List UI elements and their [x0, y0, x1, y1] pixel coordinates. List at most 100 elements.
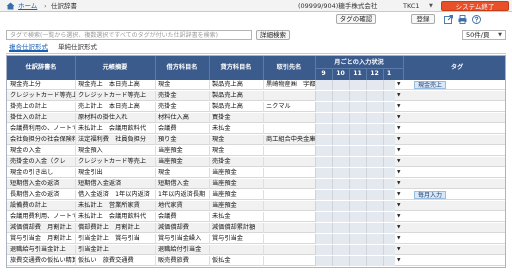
month-status-cell	[383, 80, 395, 90]
home-icon[interactable]	[6, 2, 15, 10]
table-row[interactable]: 現金売上分 現金売上 本日売上高 現金 製品売上高 黒崎物産㈱ 宇都宮 ▼ 現金売上	[7, 80, 505, 90]
month-status-cell	[366, 201, 383, 211]
chevron-down-icon[interactable]: ▼	[397, 256, 400, 266]
cell-summary: 法定福利費 社員負担分	[78, 136, 147, 143]
chevron-down-icon[interactable]: ▼	[397, 157, 400, 167]
chevron-down-icon[interactable]: ▼	[397, 146, 400, 156]
cell-credit: 当座預金	[212, 169, 237, 176]
month-status-cell	[383, 124, 395, 134]
breadcrumb-home-link[interactable]: ホーム	[18, 2, 37, 10]
chevron-down-icon[interactable]: ▼	[397, 91, 400, 101]
month-status-cell	[332, 168, 349, 178]
tab-simple-journal[interactable]: 単純仕訳形式	[58, 43, 97, 52]
header-summary[interactable]: 元帳摘要	[75, 56, 155, 80]
chevron-down-icon[interactable]: ▼	[397, 245, 400, 255]
detail-search-button[interactable]: 詳細検索	[256, 30, 290, 40]
cell-debit: 賞与引当金繰入	[158, 235, 202, 242]
tab-compound-journal[interactable]: 複合仕訳形式	[9, 43, 48, 52]
table-row[interactable]: 短期借入金の返済 短期借入金返済 短期借入金 当座預金 ▼	[7, 179, 505, 189]
header-credit[interactable]: 貸方科目名	[209, 56, 263, 80]
header-month-1: 1	[386, 70, 392, 77]
table-row[interactable]: 減価償却費 月割計上 償却費計上 月割計上 減価償却費 減価償却累計額 ▼	[7, 223, 505, 233]
table-row[interactable]: 会議費利用の、ノートで 未払計上 会議用飲料代 会議費 未払金 ▼	[7, 124, 505, 134]
cell-name: 現金売上分	[10, 81, 41, 88]
company-selector[interactable]: TKC1	[403, 2, 420, 10]
chevron-down-icon[interactable]: ▼	[397, 124, 400, 134]
chevron-down-icon[interactable]: ▼	[397, 135, 400, 145]
month-status-cell	[315, 91, 332, 101]
cell-summary: 現金引出	[78, 169, 103, 176]
top-bar: ホーム › 仕訳辞書 (09999/904)糖手株式会社 TKC1 ▼ システム…	[0, 0, 512, 12]
month-status-cell	[366, 223, 383, 233]
tag-search-input[interactable]	[6, 30, 252, 40]
cell-summary: 引当金計上 賞与引当	[78, 235, 140, 242]
chevron-down-icon[interactable]: ▼	[397, 80, 400, 90]
month-status-cell	[349, 245, 366, 255]
header-divider	[349, 68, 350, 80]
month-status-cell	[349, 256, 366, 266]
chevron-down-icon[interactable]: ▼	[397, 168, 400, 178]
table-row[interactable]: 掛売上の計上 売上計上 本日売上高 売掛金 製品売上高 ニクマル ▼	[7, 102, 505, 112]
chevron-down-icon[interactable]: ▼	[397, 223, 400, 233]
chevron-down-icon[interactable]: ▼	[397, 201, 400, 211]
chevron-down-icon[interactable]: ▼	[397, 102, 400, 112]
header-name[interactable]: 仕訳辞書名	[7, 56, 75, 80]
tag-chip[interactable]: 毎月入力	[414, 191, 447, 199]
tag-chip[interactable]: 現金売上	[414, 81, 447, 89]
table-row[interactable]: 旅費交通費の仮払い精算 仮払い 旅費交通費 販売費旅費 仮払金 ▼	[7, 256, 505, 266]
table-row[interactable]: 現金の入金 現金預入 当座預金 現金 ▼	[7, 146, 505, 156]
cell-name: 旅費交通費の仮払い精算	[10, 257, 75, 264]
chevron-down-icon[interactable]: ▼	[397, 179, 400, 189]
header-debit[interactable]: 借方科目名	[155, 56, 209, 80]
system-exit-button[interactable]: システム終了	[441, 1, 509, 11]
table-row[interactable]: 退職給与引当金計上 引当金計上 退職給付引当金 ▼	[7, 245, 505, 255]
chevron-down-icon[interactable]: ▼	[429, 2, 433, 10]
cell-debit: 材料仕入高	[158, 114, 189, 121]
table-row[interactable]: 設備費の計上 未払計上 営業所家賃 地代家賃 当座預金 ▼	[7, 201, 505, 211]
chevron-down-icon[interactable]: ▼	[397, 234, 400, 244]
tag-confirm-button[interactable]: タグの確認	[336, 14, 376, 24]
cell-debit: 地代家賃	[158, 202, 183, 209]
help-icon[interactable]	[472, 14, 481, 24]
cell-credit: 仮払金	[212, 257, 231, 264]
cell-credit: 未払金	[212, 125, 231, 132]
cell-summary: 未払計上 会議用飲料代	[78, 125, 147, 132]
cell-partner: 商工組合中央金庫	[266, 136, 315, 143]
table-row[interactable]: 長期借入金の返済 借入金返済 1年以内返済 1年以内返済長期 当座預金 ▼ 毎月入力	[7, 190, 505, 200]
export-icon[interactable]	[444, 14, 453, 24]
table-row[interactable]: 現金の引き出し 現金引出 現金 当座預金 ▼	[7, 168, 505, 178]
register-button[interactable]: 登録	[411, 14, 435, 24]
table-row[interactable]: 賞与引当金 月割計上 引当金計上 賞与引当 賞与引当金繰入 賞与引当金 ▼	[7, 234, 505, 244]
header-tag[interactable]: タグ	[407, 56, 505, 80]
month-status-cell	[332, 234, 349, 244]
table-row[interactable]: 掛仕入の計上 原材料の掛仕入れ 材料仕入高 買掛金 ▼	[7, 113, 505, 123]
cell-credit: 当座預金	[212, 180, 237, 187]
month-status-cell	[315, 190, 332, 200]
month-status-cell	[332, 113, 349, 123]
breadcrumb-separator: ›	[44, 2, 47, 10]
header-partner[interactable]: 取引先名	[263, 56, 315, 80]
chevron-down-icon[interactable]: ▼	[397, 113, 400, 123]
header-month-12: 12	[370, 70, 379, 77]
header-divider	[366, 68, 367, 80]
print-icon[interactable]	[458, 14, 467, 24]
cell-partner	[263, 234, 315, 244]
per-page-select[interactable]: 50件/頁 ▼	[462, 30, 506, 40]
month-status-cell	[366, 212, 383, 222]
cell-partner	[263, 190, 315, 200]
table-row[interactable]: クレジットカード等売上 クレジットカード等売上 売掛金 製品売上高 ▼	[7, 91, 505, 101]
chevron-down-icon[interactable]: ▼	[397, 212, 400, 222]
cell-name: 退職給与引当金計上	[10, 246, 66, 253]
header-month-11: 11	[353, 70, 362, 77]
month-status-cell	[366, 91, 383, 101]
month-status-cell	[315, 157, 332, 167]
month-status-cell	[315, 212, 332, 222]
table-row[interactable]: 会社負担分の社会保険料 法定福利費 社員負担分 預り金 現金 商工組合中央金庫 ▼	[7, 135, 505, 145]
cell-credit: 現金	[212, 136, 225, 143]
table-row[interactable]: 売掛金の入金（クレ クレジットカード等売上 当座預金 売掛金 ▼	[7, 157, 505, 167]
cell-name: 会社負担分の社会保険料	[10, 136, 75, 143]
cell-summary: クレジットカード等売上	[78, 92, 147, 99]
chevron-down-icon[interactable]: ▼	[397, 190, 400, 200]
table-row[interactable]: 会議用費利用、ノートで 未払計上 会議用飲料代 会議費 未払金 ▼	[7, 212, 505, 222]
month-status-cell	[349, 80, 366, 90]
